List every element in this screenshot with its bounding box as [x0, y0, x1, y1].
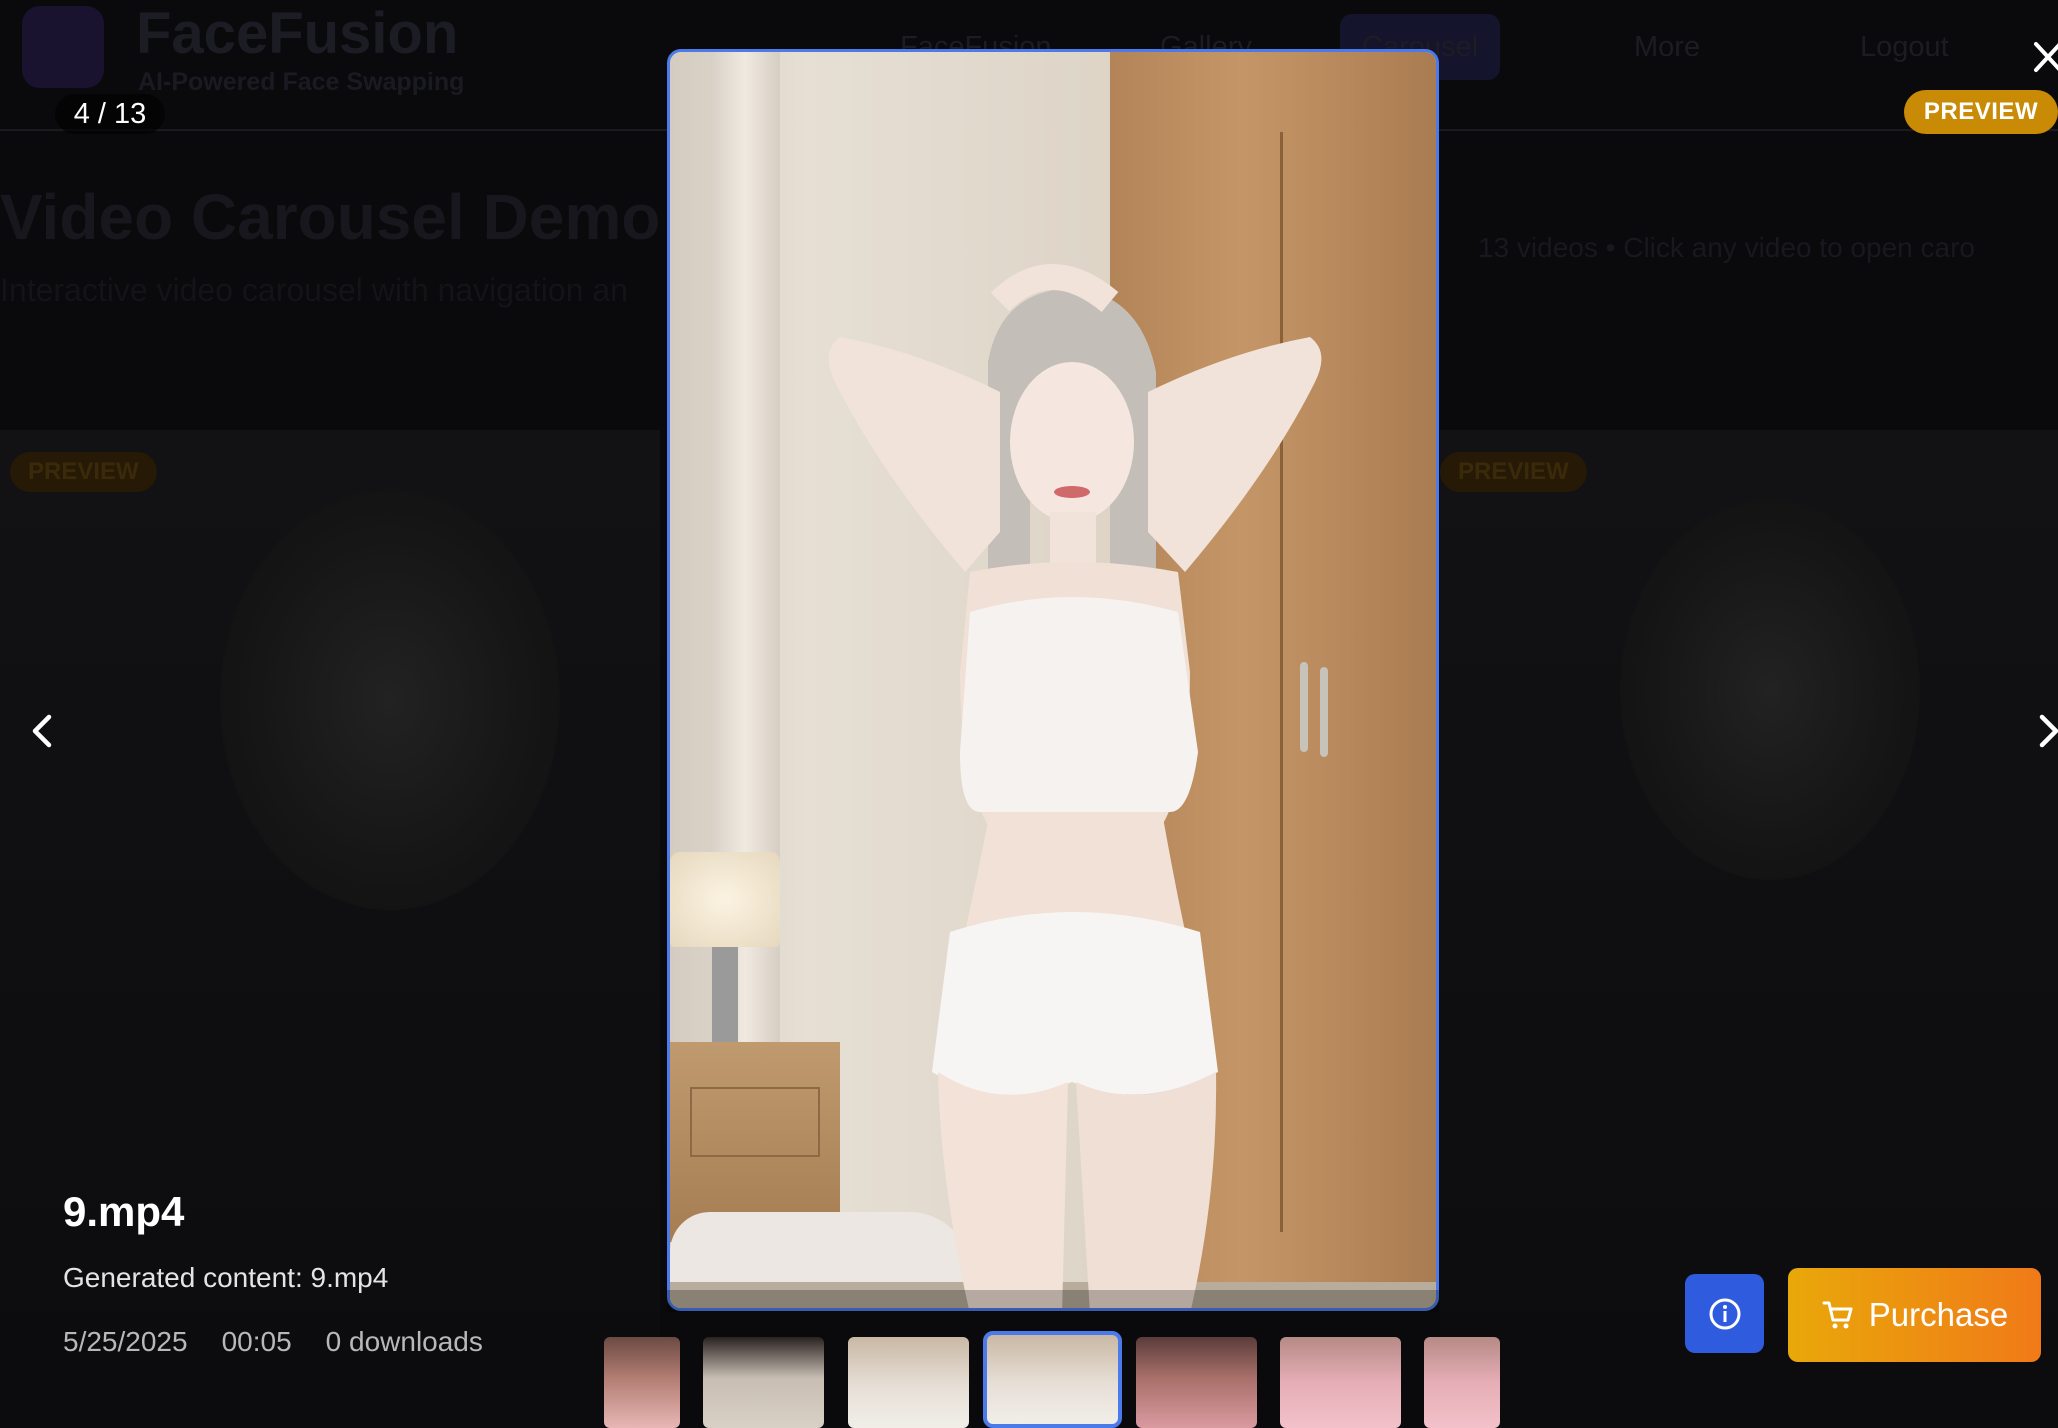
- brand-tagline: AI-Powered Face Swapping: [138, 68, 465, 96]
- video-frame-image: [670, 52, 1436, 1308]
- page-title: Video Carousel Demo: [0, 181, 661, 253]
- chevron-right-icon: [2039, 714, 2058, 748]
- thumbnail-item[interactable]: [1424, 1337, 1500, 1428]
- thumbnail-item-active[interactable]: [983, 1331, 1122, 1428]
- person-figure: [828, 264, 1322, 1308]
- thumbnail-item[interactable]: [703, 1337, 824, 1428]
- page-subtitle: Interactive video carousel with navigati…: [0, 272, 628, 308]
- file-downloads: 0 downloads: [325, 1326, 483, 1357]
- brand-name: FaceFusion: [136, 1, 459, 66]
- file-duration: 00:05: [221, 1326, 292, 1357]
- thumbnail-item[interactable]: [848, 1337, 969, 1428]
- background-card-image: [1620, 500, 1920, 880]
- file-date: 5/25/2025: [63, 1326, 188, 1357]
- info-button[interactable]: [1685, 1274, 1764, 1353]
- close-button[interactable]: [2030, 34, 2058, 80]
- background-card-image: [220, 490, 560, 910]
- preview-badge: PREVIEW: [1904, 90, 2058, 134]
- nav-item-more: More: [1634, 30, 1701, 63]
- next-button[interactable]: [2034, 696, 2058, 766]
- logo: [22, 6, 104, 88]
- file-description: Generated content: 9.mp4: [63, 1262, 389, 1293]
- cart-icon: [1822, 1301, 1853, 1329]
- video-controls-bar[interactable]: [667, 1290, 1439, 1312]
- thumbnail-item[interactable]: [1136, 1337, 1257, 1428]
- previous-button[interactable]: [12, 696, 72, 766]
- purchase-label: Purchase: [1868, 1296, 2009, 1333]
- background-card-badge: PREVIEW: [10, 452, 157, 492]
- purchase-button[interactable]: Purchase: [1788, 1268, 2041, 1362]
- file-meta: 5/25/2025 00:05 0 downloads: [63, 1326, 483, 1358]
- thumbnail-item[interactable]: [1280, 1337, 1401, 1428]
- page-meta: 13 videos • Click any video to open caro: [1478, 232, 1975, 263]
- chevron-left-icon: [32, 714, 52, 748]
- close-icon: [2034, 42, 2058, 72]
- file-title: 9.mp4: [63, 1188, 185, 1235]
- thumbnail-strip: [596, 1325, 1512, 1428]
- background-card-badge: PREVIEW: [1440, 452, 1587, 492]
- video-player[interactable]: [667, 49, 1439, 1311]
- slide-counter: 4 / 13: [55, 94, 165, 134]
- info-icon: [1709, 1298, 1740, 1329]
- nav-item-logout: Logout: [1860, 30, 1949, 63]
- thumbnail-item[interactable]: [604, 1337, 680, 1428]
